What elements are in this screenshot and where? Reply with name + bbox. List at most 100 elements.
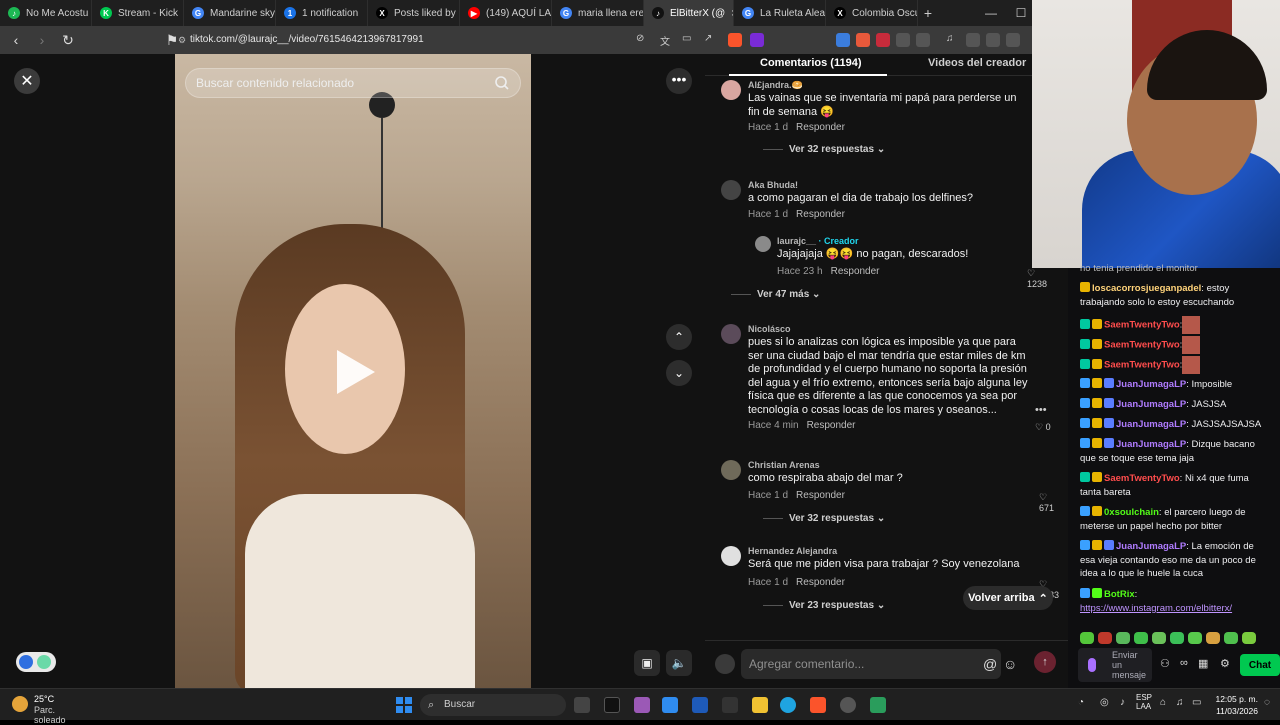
back-icon[interactable]: ‹ (6, 32, 26, 48)
emote-icon[interactable] (1080, 632, 1094, 644)
wallet-icon[interactable] (986, 33, 1000, 47)
cast-icon[interactable]: ▭ (682, 33, 696, 47)
chat-username[interactable]: SaemTwentyTwo (1104, 473, 1180, 484)
comment-input[interactable]: Agregar comentario... @ ☺ (741, 649, 1017, 679)
view-more-replies-button[interactable]: Ver 47 más ⌄ (731, 289, 820, 300)
volume-button[interactable]: 🔈 (666, 650, 692, 676)
extension-icon[interactable] (836, 33, 850, 47)
comment-author[interactable]: Christian Arenas (748, 460, 820, 470)
tab-creator-videos[interactable]: Videos del creador (928, 57, 1026, 69)
store-icon[interactable] (692, 697, 708, 713)
app-icon[interactable] (870, 697, 886, 713)
app-icon[interactable] (662, 697, 678, 713)
like-count[interactable]: ♡ 671 (1039, 492, 1054, 513)
chat-username[interactable]: 0xsoulchain (1104, 507, 1159, 518)
comment-avatar[interactable] (721, 546, 741, 566)
comment-author[interactable]: laurajc__ · Creador (777, 236, 859, 246)
brave-rewards-icon[interactable] (750, 33, 764, 47)
browser-tab[interactable]: Gmaria llena eres (552, 0, 644, 26)
reply-button[interactable]: Responder (807, 420, 856, 431)
previous-video-button[interactable]: ⌃ (666, 324, 692, 350)
media-icon[interactable]: ♫ (946, 33, 960, 47)
battery-icon[interactable]: ▭ (1192, 697, 1201, 708)
browser-tab[interactable]: ♪ElBitterX (@× (644, 0, 734, 26)
chat-username[interactable]: JuanJumagaLP (1116, 379, 1186, 390)
file-explorer-icon[interactable] (752, 697, 768, 713)
picture-in-picture-button[interactable]: ▣ (634, 650, 660, 676)
reply-button[interactable]: Responder (831, 266, 880, 277)
taskbar-clock[interactable]: 12:05 p. m. 11/03/2026 (1206, 693, 1258, 717)
emote-icon[interactable] (1188, 632, 1202, 644)
browser-tab[interactable]: ▶ (149) AQUÍ LA G (460, 0, 552, 26)
volume-icon[interactable]: ♫ (1176, 697, 1184, 708)
app-icon[interactable] (634, 697, 650, 713)
like-count[interactable]: ♡ 1238 (1027, 268, 1055, 289)
chat-send-button[interactable]: Chat (1240, 654, 1280, 676)
emote-icon[interactable] (1242, 632, 1256, 644)
comment-avatar[interactable] (755, 236, 771, 252)
leo-icon[interactable] (1006, 33, 1020, 47)
link-icon[interactable]: ∞ (1180, 657, 1188, 669)
close-video-button[interactable]: ✕ (14, 68, 40, 94)
emote-icon[interactable] (1152, 632, 1166, 644)
comment-avatar[interactable] (721, 180, 741, 200)
chat-username[interactable]: JuanJumagaLP (1116, 419, 1186, 430)
next-video-button[interactable]: ⌄ (666, 360, 692, 386)
brave-icon[interactable] (810, 697, 826, 713)
reload-icon[interactable]: ↻ (58, 32, 78, 49)
edge-icon[interactable] (780, 697, 796, 713)
settings-icon[interactable]: ⚇ (1160, 657, 1170, 670)
url-field[interactable]: tiktok.com/@laurajc__/video/761546421396… (190, 26, 424, 54)
comment-author[interactable]: Nicolásco (748, 324, 791, 334)
video-player[interactable]: Buscar contenido relacionado (175, 54, 531, 688)
comment-avatar[interactable] (721, 80, 741, 100)
emoji-icon[interactable]: ☺ (1003, 649, 1017, 679)
wifi-icon[interactable]: ⌂ (1160, 697, 1166, 708)
comment-author[interactable]: Al£jandra.🥯 (748, 80, 803, 91)
chat-username[interactable]: JuanJumagaLP (1116, 541, 1186, 552)
emote-icon[interactable] (1170, 632, 1184, 644)
chat-username[interactable]: SaemTwentyTwo (1104, 340, 1180, 351)
browser-tab[interactable]: G La Ruleta Aleato (734, 0, 826, 26)
chat-username[interactable]: BotRix (1104, 589, 1135, 600)
user-avatar[interactable] (715, 654, 735, 674)
chat-link[interactable]: https://www.instagram.com/elbitterx/ (1080, 603, 1232, 614)
minimize-button[interactable]: — (976, 0, 1006, 26)
translate-icon[interactable]: 文 (660, 33, 674, 48)
reply-button[interactable]: Responder (796, 122, 845, 133)
microphone-icon[interactable] (1088, 658, 1096, 672)
emote-icon[interactable] (1116, 632, 1130, 644)
forward-icon[interactable]: › (32, 32, 52, 48)
browser-tab[interactable]: G Mandarine sky (184, 0, 276, 26)
new-tab-button[interactable]: + (918, 5, 938, 21)
view-replies-button[interactable]: Ver 32 respuestas ⌄ (763, 513, 885, 524)
reply-button[interactable]: Responder (796, 490, 845, 501)
taskbar-search[interactable]: ⌕ Buscar (420, 694, 566, 716)
live-toggle[interactable] (16, 652, 56, 672)
chat-username[interactable]: JuanJumagaLP (1116, 439, 1186, 450)
weather-widget[interactable]: 25°C Parc. soleado (8, 693, 88, 725)
app-icon[interactable] (840, 697, 856, 713)
chat-username[interactable]: SaemTwentyTwo (1104, 320, 1180, 331)
language-indicator[interactable]: ESP LAA (1136, 693, 1152, 711)
gift-icon[interactable]: ▦ (1198, 657, 1208, 670)
network-tray-icon[interactable]: ◔ (1078, 697, 1084, 708)
sidebar-icon[interactable] (966, 33, 980, 47)
browser-tab[interactable]: K Stream - Kick (92, 0, 184, 26)
like-count[interactable]: ♡ 0 (1035, 422, 1051, 433)
related-search-input[interactable]: Buscar contenido relacionado (185, 68, 521, 98)
comment-author[interactable]: Aka Bhuda! (748, 180, 798, 190)
comment-more-icon[interactable]: ••• (1035, 404, 1047, 416)
app-icon[interactable] (604, 697, 620, 713)
send-comment-button[interactable]: ↑ (1034, 651, 1056, 673)
extension-icon[interactable] (876, 33, 890, 47)
back-to-top-button[interactable]: Volver arriba ⌃ (963, 586, 1053, 610)
tray-icon[interactable]: ◎ (1100, 697, 1109, 708)
comment-author[interactable]: Hernandez Alejandra (748, 546, 837, 556)
chat-username[interactable]: JuanJumagaLP (1116, 399, 1186, 410)
share-icon[interactable]: ↗ (704, 33, 718, 47)
comment-avatar[interactable] (721, 460, 741, 480)
brave-shield-icon[interactable] (728, 33, 742, 47)
search-icon[interactable] (494, 75, 510, 91)
extension-icon[interactable] (856, 33, 870, 47)
